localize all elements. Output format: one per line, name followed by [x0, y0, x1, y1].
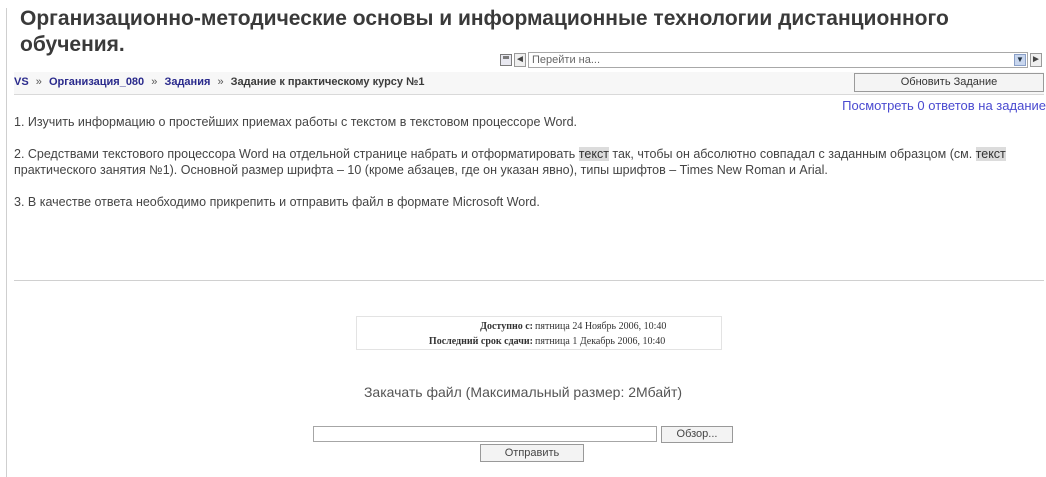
task-text: так, чтобы он абсолютно совпадал с задан… — [608, 147, 976, 161]
page-title: Организационно-методические основы и инф… — [20, 7, 949, 56]
next-button[interactable]: ► — [1030, 53, 1042, 67]
jump-select[interactable]: Перейти на... ▼ — [528, 52, 1028, 68]
view-answers-link[interactable]: Посмотреть 0 ответов на задание — [806, 98, 1046, 113]
jump-bar: ◄ Перейти на... ▼ ► — [500, 52, 1042, 70]
left-border — [6, 8, 7, 477]
due-row: Последний срок сдачи: пятница 1 Декабрь 2… — [357, 334, 721, 349]
available-value: пятница 24 Ноябрь 2006, 10:40 — [535, 321, 667, 332]
breadcrumb-current: Задание к практическому курсу №1 — [230, 76, 425, 88]
upload-title: Закачать файл (Максимальный размер: 2Мба… — [363, 384, 683, 400]
dates-box: Доступно с: пятница 24 Ноябрь 2006, 10:40… — [356, 316, 722, 350]
breadcrumb-separator: » — [217, 76, 224, 88]
available-label: Доступно с: — [480, 321, 533, 332]
breadcrumb-link-course[interactable]: Организация_080 — [49, 76, 144, 88]
chevron-down-icon[interactable]: ▼ — [1014, 54, 1026, 66]
assignment-description: 1. Изучить информацию о простейших прием… — [14, 114, 1042, 226]
due-value: пятница 1 Декабрь 2006, 10:40 — [535, 336, 666, 347]
due-label: Последний срок сдачи: — [428, 336, 533, 347]
update-assignment-button[interactable]: Обновить Задание — [854, 73, 1044, 92]
task-paragraph-1: 1. Изучить информацию о простейших прием… — [14, 115, 577, 129]
task-paragraph-2: 2. Средствами текстового процессора Word… — [14, 146, 1042, 178]
breadcrumb: VS » Организация_080 » Задания » Задание… — [14, 76, 424, 88]
breadcrumb-separator: » — [151, 76, 158, 88]
navbar: VS » Организация_080 » Задания » Задание… — [14, 72, 1044, 95]
available-row: Доступно с: пятница 24 Ноябрь 2006, 10:40 — [357, 319, 721, 334]
highlight-link[interactable]: текст — [975, 147, 1006, 161]
floppy-icon[interactable] — [500, 54, 512, 66]
task-text: 2. Средствами текстового процессора Word… — [14, 147, 579, 161]
divider — [14, 280, 1044, 281]
breadcrumb-link-assignments[interactable]: Задания — [164, 76, 210, 88]
breadcrumb-link-vs[interactable]: VS — [14, 76, 29, 88]
submit-button[interactable]: Отправить — [480, 444, 584, 462]
file-upload-row: Обзор... — [313, 426, 773, 444]
jump-select-placeholder: Перейти на... — [532, 54, 601, 66]
task-text: практического занятия №1). Основной разм… — [14, 163, 828, 177]
prev-button[interactable]: ◄ — [514, 53, 526, 67]
task-paragraph-3: 3. В качестве ответа необходимо прикрепи… — [14, 195, 540, 209]
highlight-link[interactable]: текст — [578, 147, 609, 161]
file-input[interactable] — [313, 426, 657, 442]
browse-button[interactable]: Обзор... — [661, 426, 733, 443]
breadcrumb-separator: » — [35, 76, 42, 88]
